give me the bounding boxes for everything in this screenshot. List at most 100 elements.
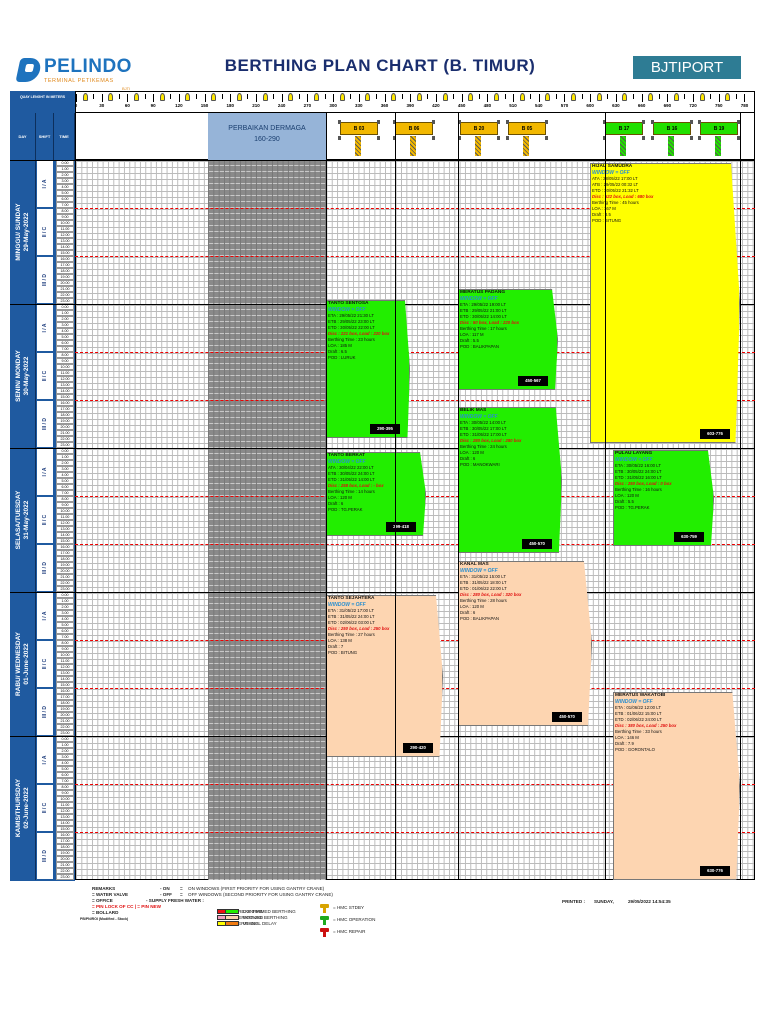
crane-id: B 17 bbox=[618, 126, 630, 132]
crane-foot bbox=[506, 136, 509, 140]
bollard-icon bbox=[159, 93, 165, 101]
ruler-tick bbox=[178, 94, 180, 102]
crane-foot bbox=[432, 136, 435, 140]
ruler-tick bbox=[710, 94, 712, 99]
ruler-tick bbox=[667, 94, 669, 102]
shift-cell: I / A bbox=[36, 160, 54, 208]
crane-foot bbox=[651, 120, 654, 124]
ruler-tick bbox=[273, 94, 275, 99]
ruler-tick bbox=[281, 94, 283, 102]
crane-foot bbox=[506, 120, 509, 124]
legend-off-eq: = bbox=[180, 892, 183, 897]
legend-fresh-water: - SUPPLY FRESH WATER : bbox=[146, 898, 204, 903]
day-name: KAMIS/THURSDAY bbox=[14, 778, 22, 838]
crane-foot bbox=[377, 136, 380, 140]
ruler-label: 330 bbox=[355, 103, 363, 108]
day-name: SELASA/TUESDAY bbox=[14, 490, 22, 550]
crane-foot bbox=[690, 136, 693, 140]
day-date: 02-June-2022 bbox=[22, 787, 30, 829]
legend-swatch-label: CONFIRMED BERTHING bbox=[243, 909, 296, 914]
ruler-tick bbox=[504, 94, 506, 99]
shift-label: III / D bbox=[42, 706, 48, 718]
printed-day: SUNDAY, bbox=[594, 899, 614, 904]
berth-range-label: 630-776 bbox=[700, 866, 730, 876]
day-date: 01-June-2022 bbox=[22, 643, 30, 685]
bollard-icon bbox=[313, 93, 319, 101]
ruler-tick bbox=[684, 94, 686, 99]
legend-off-desc: OFF WINDOWS (SECOND PRIORITY FOR USING G… bbox=[188, 892, 333, 897]
ruler-tick bbox=[118, 94, 120, 99]
bollard-icon bbox=[108, 93, 114, 101]
bollard-icon bbox=[185, 93, 191, 101]
ruler-tick bbox=[735, 94, 737, 99]
ruler-label: 210 bbox=[252, 103, 260, 108]
ruler-tick bbox=[298, 94, 300, 99]
ruler-label: 120 bbox=[175, 103, 183, 108]
ruler-label: 570 bbox=[560, 103, 569, 108]
legend-pin-lock: = PIN LOCK OF CC | = PIN NEW bbox=[92, 904, 161, 909]
day-cell: MINGGU/ SUNDAY 29-May-2022 bbox=[10, 160, 36, 304]
crane-foot bbox=[651, 136, 654, 140]
quay-length-header: QUAY LENGHT IN METERS bbox=[19, 95, 66, 99]
berth-range-label: 603-776 bbox=[700, 429, 730, 439]
ruler-tick bbox=[555, 94, 557, 99]
ruler-tick bbox=[435, 94, 437, 102]
gantry-crane-icon: B 16 bbox=[651, 120, 693, 156]
bollard-icon bbox=[262, 93, 268, 101]
time-column-header: TIME bbox=[54, 113, 75, 160]
day-name: MINGGU/ SUNDAY bbox=[14, 203, 22, 261]
ruler-label: 390 bbox=[406, 103, 414, 108]
legend-on-eq: = bbox=[180, 886, 183, 891]
ruler-tick bbox=[478, 94, 480, 99]
crane-foot bbox=[338, 136, 341, 140]
crane-foot bbox=[338, 120, 341, 124]
ruler-label: 0 bbox=[74, 103, 78, 108]
shift-label: I / A bbox=[42, 755, 48, 765]
shift-label: I / A bbox=[42, 467, 48, 477]
repair-zone bbox=[208, 160, 326, 880]
crane-foot bbox=[377, 120, 380, 124]
legend-note: PB/PN/ROI (Modified - Stock) bbox=[80, 917, 129, 921]
shift-cell: II / C bbox=[36, 784, 54, 832]
ruler-label: 180 bbox=[226, 103, 235, 108]
vessel-info: BELIK MAS WINDOW = OFF ETA : 30/05/22 14:0… bbox=[458, 407, 556, 553]
legend-swatch-label: BOOKED BERTHING bbox=[243, 915, 288, 920]
shift-cell: III / D bbox=[36, 256, 54, 304]
bollard-icon bbox=[519, 93, 525, 101]
legend-water-valve: = WATER VALVE bbox=[92, 892, 129, 897]
shift-cell: II / C bbox=[36, 208, 54, 256]
shift-label: III / D bbox=[42, 850, 48, 862]
day-cell: RABU/ WEDNESDAY 01-June-2022 bbox=[10, 592, 36, 736]
quay-ruler: 0 30 60 90 120 150 180 210 240 270 300 330 360 390 420… bbox=[75, 91, 755, 113]
crane-foot bbox=[642, 136, 645, 140]
printed-datetime: 29/05/2022 14:54:35 bbox=[628, 899, 671, 904]
berth-divider bbox=[740, 113, 741, 880]
day-cell: KAMIS/THURSDAY 02-June-2022 bbox=[10, 736, 36, 880]
ruler-tick bbox=[247, 94, 249, 99]
ruler-label: 780 bbox=[740, 103, 749, 108]
day-divider bbox=[10, 448, 755, 449]
legend-off-key: - OFF bbox=[160, 892, 172, 897]
ruler-tick bbox=[375, 94, 377, 99]
ruler-label: 690 bbox=[663, 103, 672, 108]
hmc-label: = HMC OPERATION bbox=[333, 917, 376, 922]
berth-range-label: 290-420 bbox=[403, 743, 433, 753]
legend-on-key: - ON bbox=[160, 886, 170, 891]
port-badge: BJTIPORT bbox=[633, 56, 741, 79]
bollard-icon bbox=[571, 93, 577, 101]
ruler-tick bbox=[358, 94, 360, 102]
hmc-crane-stem bbox=[323, 920, 326, 925]
ruler-tick bbox=[401, 94, 403, 99]
crane-id: B 06 bbox=[408, 126, 420, 132]
gantry-crane-icon: B 20 bbox=[458, 120, 500, 156]
berth-range-label: 630-759 bbox=[674, 532, 704, 542]
ruler-tick bbox=[350, 94, 352, 99]
ruler-tick bbox=[607, 94, 609, 99]
ruler-tick bbox=[410, 94, 412, 102]
ruler-tick bbox=[615, 94, 617, 102]
legend-swatch bbox=[225, 915, 239, 920]
shift-label: II / C bbox=[42, 370, 48, 382]
legend-remarks: REMARKS bbox=[92, 886, 116, 891]
bollard-icon bbox=[648, 93, 654, 101]
ruler-tick bbox=[744, 94, 746, 102]
